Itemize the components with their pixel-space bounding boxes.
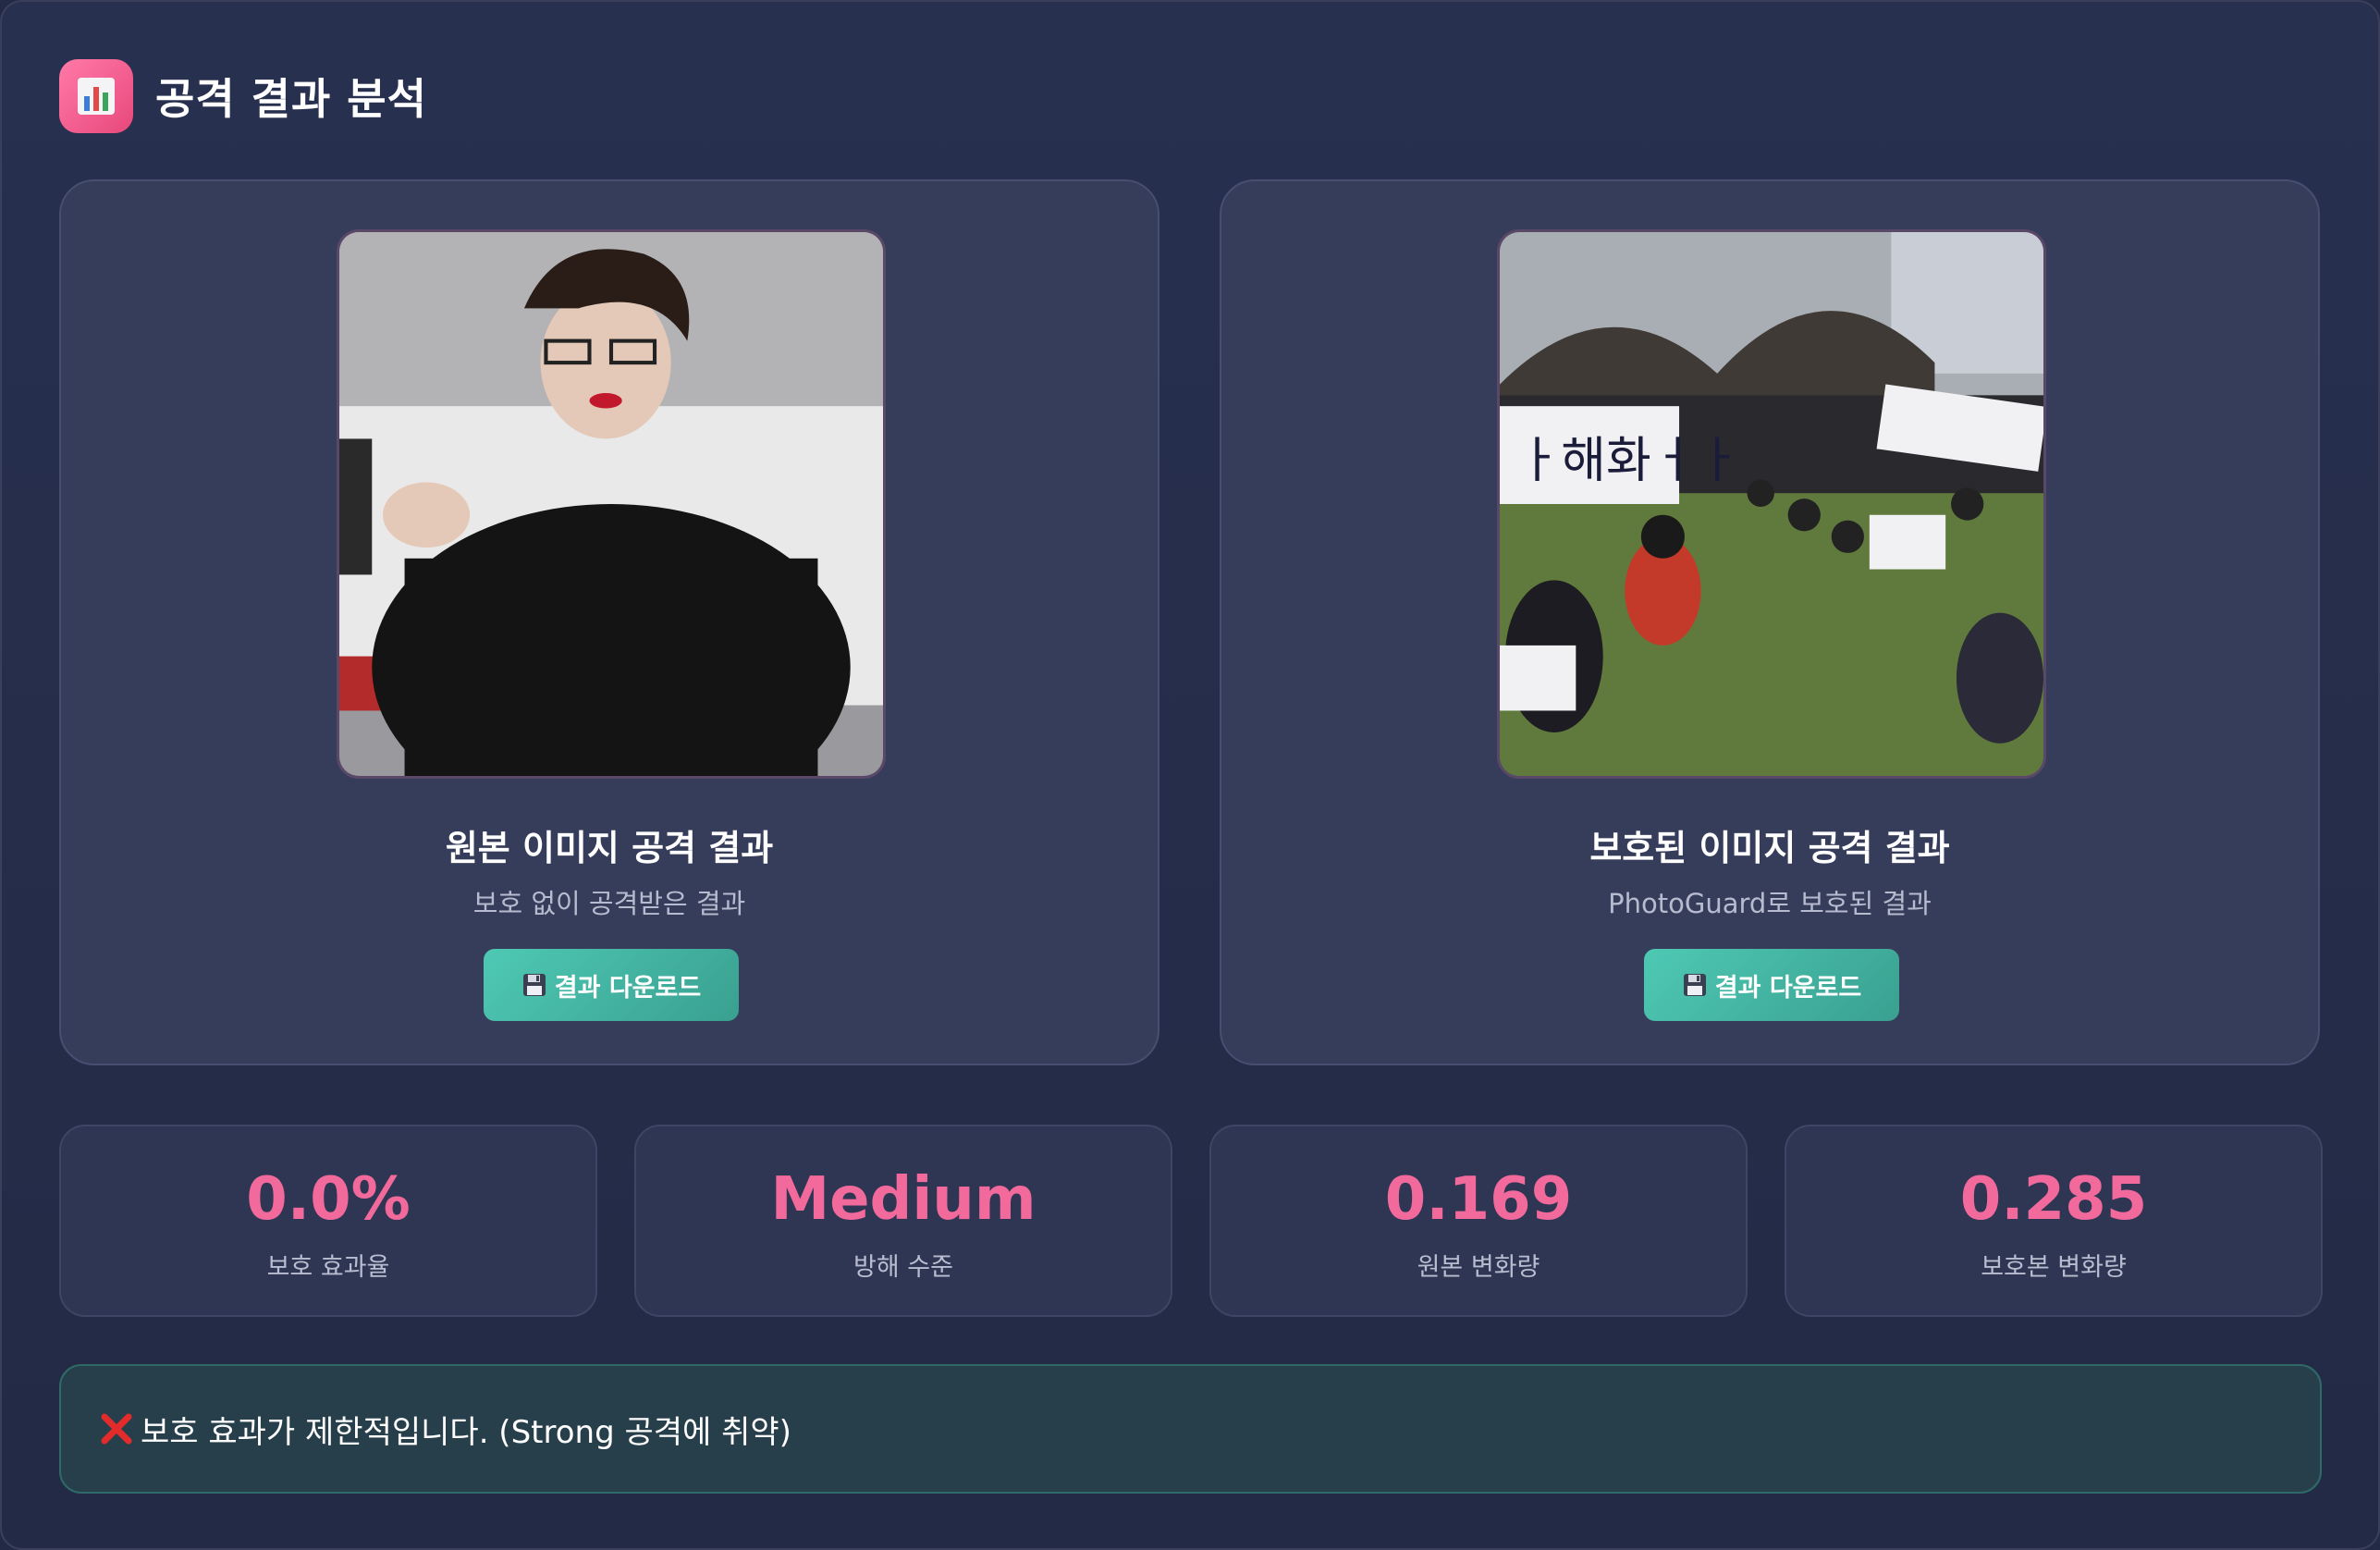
download-button-label: 결과 다운로드 xyxy=(554,973,702,1003)
stat-label: 보호 효과율 xyxy=(266,1253,390,1282)
protected-result-card: ㅏ해화ㅓㅏ 보호된 이미지 공격 결과 PhotoGuard로 보호된 결과 결… xyxy=(1220,179,2320,1065)
stat-value: Medium xyxy=(770,1165,1037,1234)
floppy-disk-icon xyxy=(1682,972,1708,998)
download-protected-result-button[interactable]: 결과 다운로드 xyxy=(1644,949,1899,1021)
stat-label: 보호본 변화량 xyxy=(1981,1253,2127,1282)
stat-disruption-level: Medium 방해 수준 xyxy=(634,1125,1172,1317)
svg-text:ㅏ해화ㅓㅏ: ㅏ해화ㅓㅏ xyxy=(1516,433,1741,489)
stat-label: 방해 수준 xyxy=(853,1253,953,1282)
bar-chart-icon xyxy=(59,59,133,133)
panel-header: 공격 결과 분석 xyxy=(59,59,427,133)
original-result-title: 원본 이미지 공격 결과 xyxy=(445,828,774,868)
alert-message: 보호 효과가 제한적입니다. (Strong 공격에 취약) xyxy=(141,1413,791,1451)
download-button-label: 결과 다운로드 xyxy=(1714,973,1862,1003)
protected-result-title: 보호된 이미지 공격 결과 xyxy=(1589,828,1950,868)
stat-protection-rate: 0.0% 보호 효과율 xyxy=(59,1125,597,1317)
stat-value: 0.285 xyxy=(1959,1165,2148,1234)
page-title: 공격 결과 분석 xyxy=(155,74,427,124)
original-attack-image xyxy=(337,229,886,779)
original-result-card: 원본 이미지 공격 결과 보호 없이 공격받은 결과 결과 다운로드 xyxy=(59,179,1159,1065)
stat-label: 원본 변화량 xyxy=(1417,1253,1540,1282)
stat-original-change: 0.169 원본 변화량 xyxy=(1209,1125,1748,1317)
protected-attack-image: ㅏ해화ㅓㅏ xyxy=(1497,229,2046,779)
download-original-result-button[interactable]: 결과 다운로드 xyxy=(484,949,739,1021)
result-alert: 보호 효과가 제한적입니다. (Strong 공격에 취약) xyxy=(59,1364,2322,1494)
stat-value: 0.0% xyxy=(246,1165,411,1234)
red-x-icon xyxy=(100,1412,133,1445)
protected-result-subtitle: PhotoGuard로 보호된 결과 xyxy=(1608,888,1932,919)
stat-protected-change: 0.285 보호본 변화량 xyxy=(1785,1125,2323,1317)
analysis-panel: 공격 결과 분석 원본 이미지 공격 결과 보호 없이 공격받은 결과 결과 다… xyxy=(0,0,2380,1550)
floppy-disk-icon xyxy=(521,972,547,998)
original-result-subtitle: 보호 없이 공격받은 결과 xyxy=(472,888,746,919)
stat-value: 0.169 xyxy=(1384,1165,1573,1234)
